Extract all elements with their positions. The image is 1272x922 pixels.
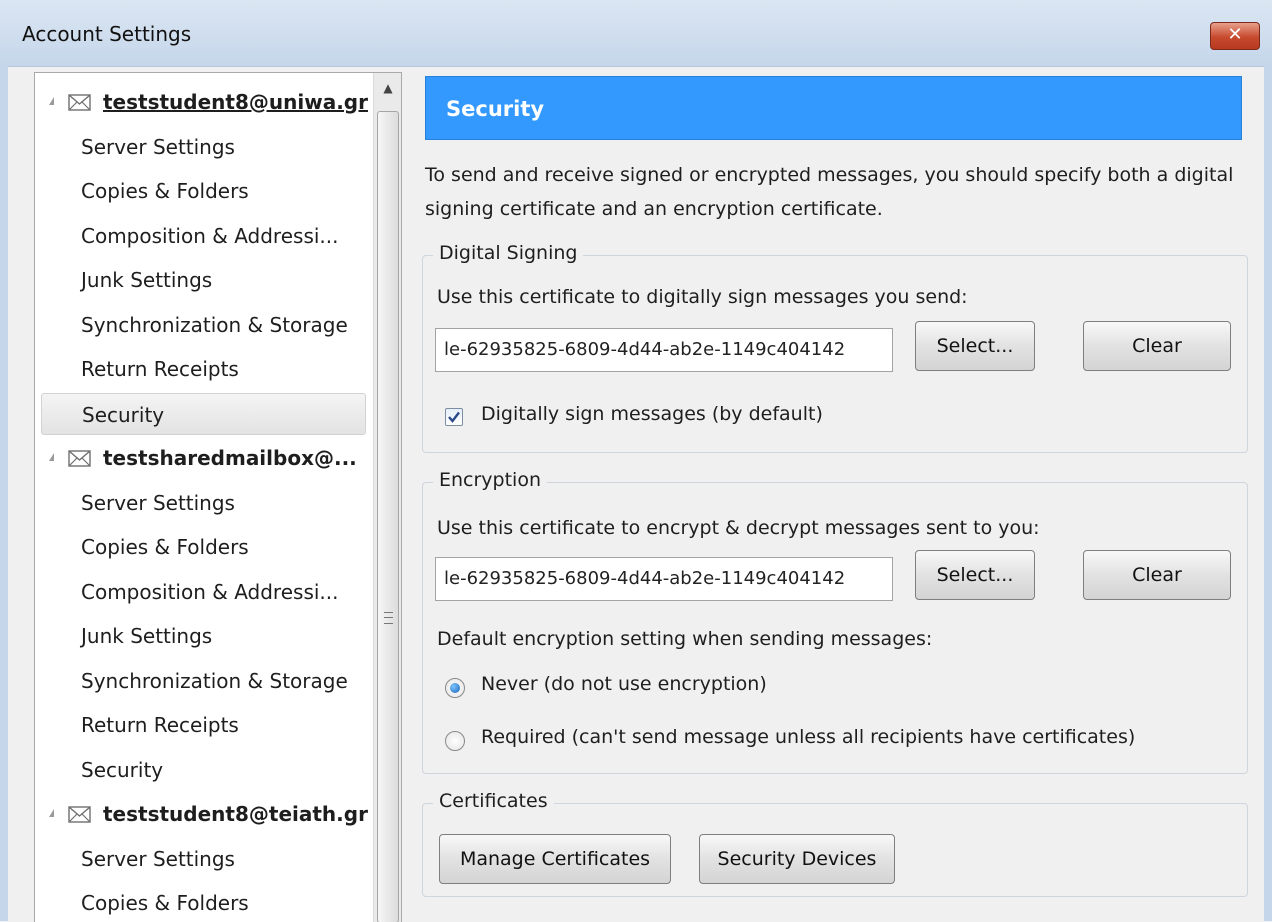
envelope-icon	[68, 94, 91, 111]
tree-item-label: Junk Settings	[81, 268, 213, 292]
tree-item-label: Server Settings	[81, 490, 235, 515]
section-title: Security	[446, 97, 545, 121]
digital-signing-legend: Digital Signing	[433, 242, 584, 264]
expand-twisty-icon[interactable]	[49, 453, 54, 461]
sign-default-checkbox[interactable]	[445, 408, 463, 426]
tree-item[interactable]: Server Settings	[41, 126, 366, 168]
tree-item[interactable]: Composition & Addressi...	[41, 571, 366, 613]
encryption-select-button[interactable]: Select...	[915, 550, 1035, 600]
sign-default-label[interactable]: Digitally sign messages (by default)	[481, 403, 823, 425]
tree-item[interactable]: Composition & Addressi...	[41, 215, 366, 257]
encryption-cert-field[interactable]: le-62935825-6809-4d44-ab2e-1149c404142	[435, 557, 893, 601]
section-header: Security	[425, 76, 1242, 140]
scroll-grip-icon	[384, 612, 393, 624]
tree-item[interactable]: Copies & Folders	[41, 170, 366, 212]
tree-item[interactable]: Return Receipts	[41, 348, 366, 390]
tree-item[interactable]: Server Settings	[41, 838, 366, 880]
expand-twisty-icon[interactable]	[49, 97, 54, 105]
certificates-group: Certificates Manage Certificates Securit…	[422, 790, 1248, 897]
scroll-thumb[interactable]	[377, 111, 399, 922]
tree-item-label: Copies & Folders	[81, 891, 249, 915]
digital-signing-group: Digital Signing Use this certificate to …	[422, 242, 1248, 453]
tree-item[interactable]: Copies & Folders	[41, 882, 366, 922]
tree-item-label: Return Receipts	[81, 713, 239, 737]
intro-text: To send and receive signed or encrypted …	[425, 164, 1234, 220]
tree-item-label: Server Settings	[81, 846, 235, 871]
tree-item-label: Synchronization & Storage	[81, 312, 348, 337]
tree-item[interactable]: Security	[41, 392, 366, 435]
tree-item[interactable]: Junk Settings	[41, 259, 366, 301]
tree-item-label: Synchronization & Storage	[81, 668, 348, 693]
manage-certificates-button[interactable]: Manage Certificates	[439, 834, 671, 884]
security-devices-button[interactable]: Security Devices	[699, 834, 895, 884]
tree-item[interactable]: Synchronization & Storage	[41, 304, 366, 346]
tree-account-row[interactable]: teststudent8@teiath.gr	[41, 793, 368, 835]
window-frame-right	[1264, 66, 1272, 921]
account-tree[interactable]: teststudent8@uniwa.gr Server Settings Copi…	[34, 72, 402, 922]
title-bar: Account Settings ✕	[0, 0, 1272, 67]
tree-item[interactable]: Return Receipts	[41, 704, 366, 746]
encryption-legend: Encryption	[433, 469, 548, 491]
signing-cert-label: Use this certificate to digitally sign m…	[437, 286, 968, 308]
window-title: Account Settings	[22, 22, 192, 46]
tree-item[interactable]: Copies & Folders	[41, 526, 366, 568]
tree-item-label: Security	[82, 402, 165, 427]
scroll-up-arrow[interactable]: ▲	[374, 73, 401, 109]
required-label[interactable]: Required (can't send message unless all …	[481, 726, 1135, 748]
checkmark-icon	[448, 411, 460, 423]
envelope-icon	[68, 806, 91, 823]
expand-twisty-icon[interactable]	[49, 809, 54, 817]
tree-item[interactable]: Synchronization & Storage	[41, 660, 366, 702]
tree-item-label: Return Receipts	[81, 357, 239, 381]
tree-item[interactable]: Junk Settings	[41, 615, 366, 657]
tree-item-label: Server Settings	[81, 134, 235, 159]
certificates-legend: Certificates	[433, 790, 554, 812]
tree-item-label: Security	[81, 757, 164, 782]
tree-item-label: Composition & Addressi...	[81, 579, 339, 604]
encryption-clear-button[interactable]: Clear	[1083, 550, 1231, 600]
tree-item-label: Junk Settings	[81, 624, 213, 648]
signing-select-button[interactable]: Select...	[915, 321, 1035, 371]
never-label[interactable]: Never (do not use encryption)	[481, 673, 767, 695]
encryption-cert-label: Use this certificate to encrypt & decryp…	[437, 517, 1040, 539]
account-label: teststudent8@teiath.gr	[103, 802, 368, 826]
account-label: teststudent8@uniwa.gr	[103, 90, 368, 114]
default-encryption-label: Default encryption setting when sending …	[437, 628, 933, 650]
encryption-group: Encryption Use this certificate to encry…	[422, 469, 1248, 774]
tree-item-label: Copies & Folders	[81, 179, 249, 203]
tree-account-row[interactable]: teststudent8@uniwa.gr	[41, 81, 368, 123]
tree-account-row[interactable]: testsharedmailbox@...	[41, 437, 366, 479]
required-radio[interactable]	[445, 731, 465, 751]
account-label: testsharedmailbox@...	[103, 446, 357, 470]
tree-scrollbar[interactable]: ▲	[373, 73, 401, 922]
tree-item-label: Composition & Addressi...	[81, 223, 339, 248]
signing-cert-field[interactable]: le-62935825-6809-4d44-ab2e-1149c404142	[435, 328, 893, 372]
close-button[interactable]: ✕	[1210, 22, 1260, 50]
tree-item[interactable]: Security	[41, 749, 366, 791]
tree-item-label: Copies & Folders	[81, 535, 249, 559]
never-radio[interactable]	[445, 678, 465, 698]
tree-item[interactable]: Server Settings	[41, 482, 366, 524]
window-frame-left	[0, 66, 8, 921]
envelope-icon	[68, 450, 91, 467]
signing-clear-button[interactable]: Clear	[1083, 321, 1231, 371]
